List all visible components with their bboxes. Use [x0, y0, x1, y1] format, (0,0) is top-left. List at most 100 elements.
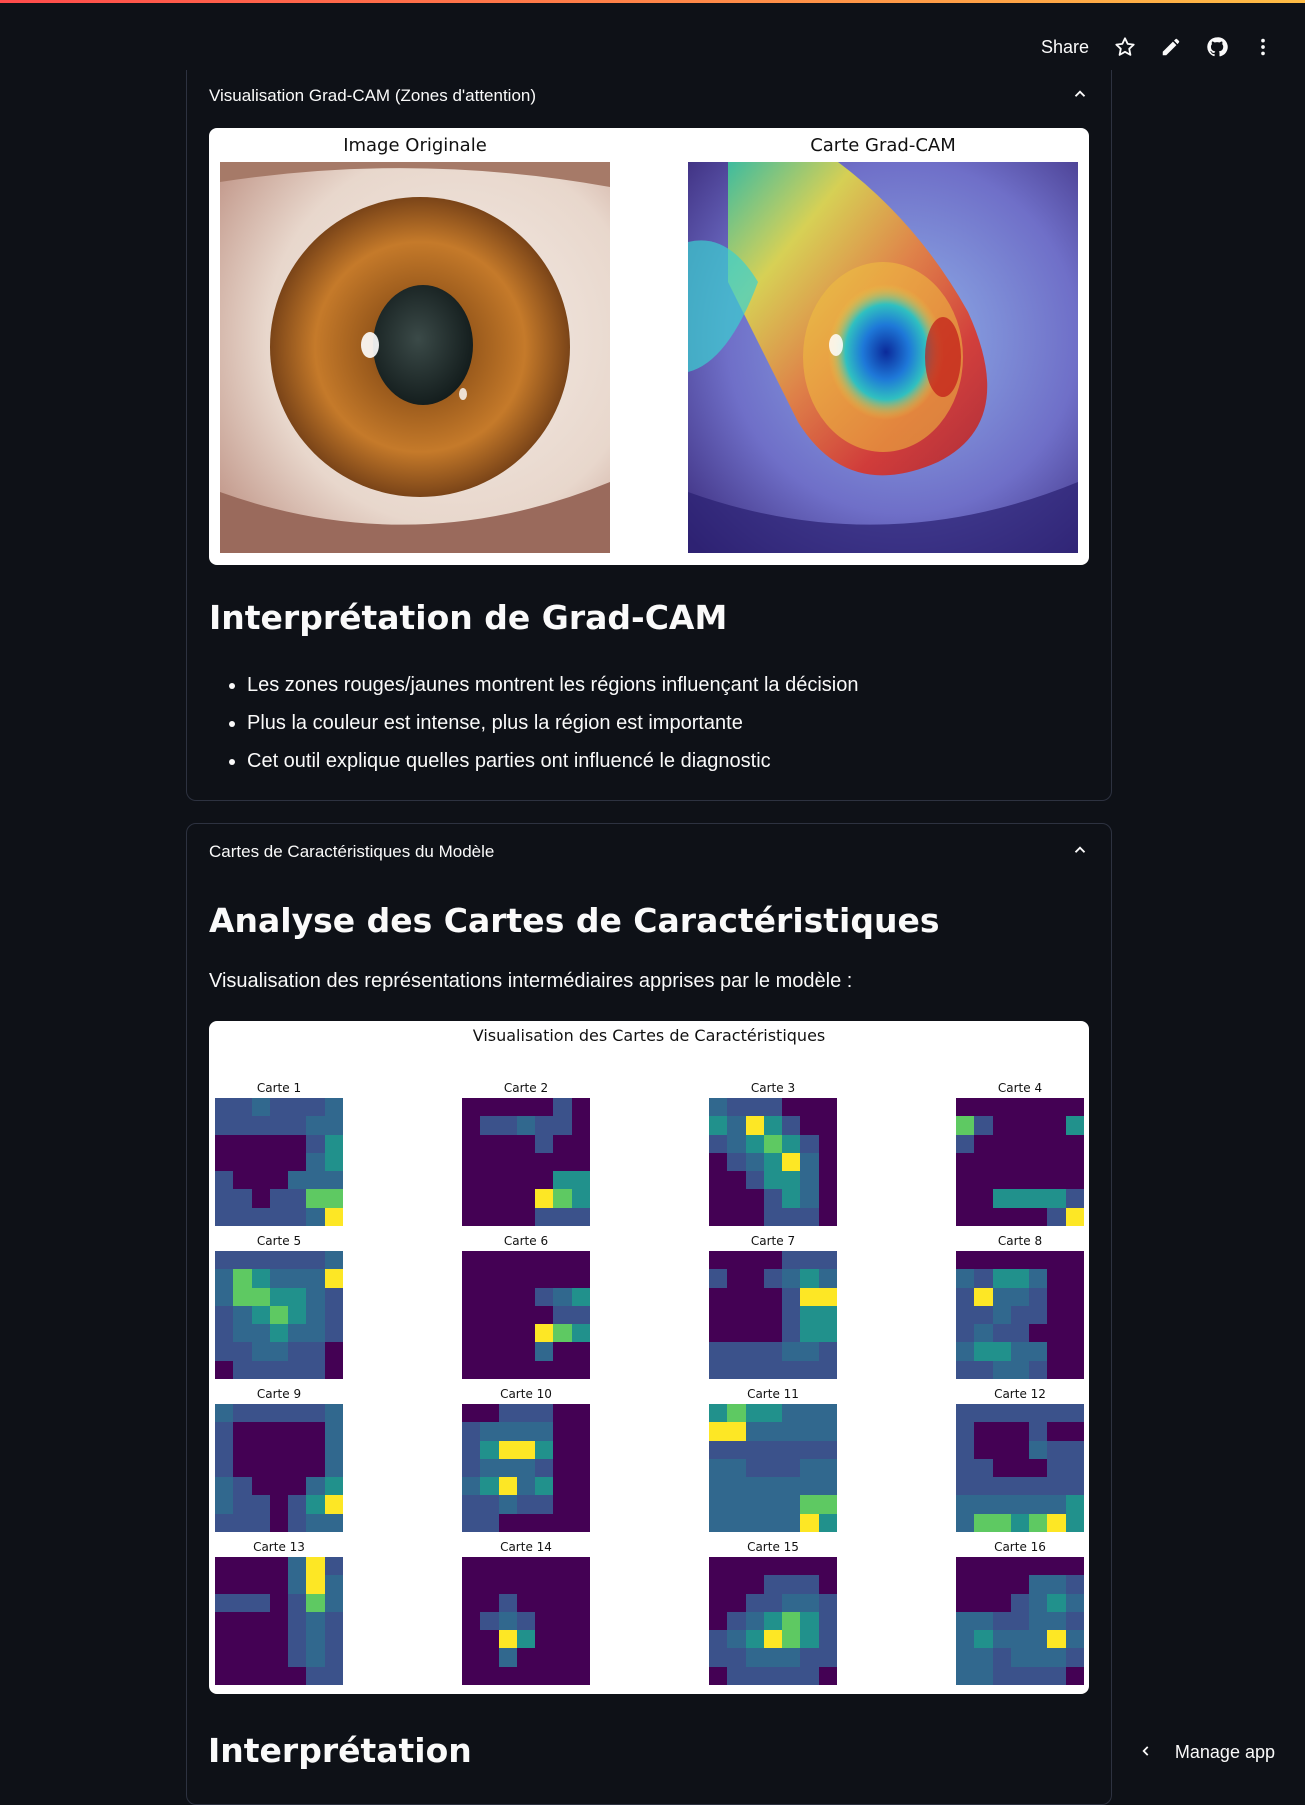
heatmap-cell	[974, 1324, 993, 1343]
heatmap-cell	[1047, 1152, 1066, 1172]
heatmap-cell	[269, 1495, 289, 1514]
heatmap-cell	[535, 1171, 554, 1190]
heatmap-cell	[251, 1404, 270, 1423]
share-button[interactable]: Share	[1041, 37, 1089, 58]
heatmap-cell	[800, 1593, 819, 1612]
heatmap-cell	[992, 1324, 1011, 1343]
chevron-up-icon[interactable]	[1071, 85, 1089, 108]
heatmap-cell	[763, 1269, 783, 1288]
heatmap-cell	[306, 1360, 325, 1379]
heatmap-cell	[1065, 1287, 1084, 1306]
heatmap-cell	[288, 1630, 307, 1649]
manage-app-button[interactable]: Manage app	[1139, 1742, 1275, 1763]
feature-map-heatmap	[462, 1098, 590, 1226]
github-icon[interactable]	[1203, 33, 1231, 61]
heatmap-cell	[800, 1116, 819, 1135]
heatmap-cell	[498, 1557, 517, 1576]
heatmap-cell	[480, 1495, 499, 1514]
heatmap-cell	[516, 1477, 536, 1496]
heatmap-cell	[269, 1305, 289, 1325]
heatmap-cell	[956, 1575, 975, 1594]
heatmap-cell	[535, 1287, 554, 1306]
heatmap-cell	[974, 1189, 993, 1208]
heatmap-cell	[818, 1648, 837, 1667]
heatmap-cell	[251, 1422, 270, 1441]
heatmap-cell	[324, 1360, 343, 1379]
heatmap-cell	[553, 1207, 572, 1226]
heatmap-cell	[1065, 1360, 1084, 1379]
heatmap-cell	[516, 1305, 536, 1325]
more-vertical-icon[interactable]	[1249, 33, 1277, 61]
heatmap-cell	[727, 1575, 746, 1594]
heatmap-cell	[233, 1152, 252, 1172]
heatmap-cell	[763, 1611, 783, 1631]
heatmap-cell	[233, 1593, 252, 1612]
heatmap-cell	[1029, 1404, 1048, 1423]
heatmap-cell	[498, 1593, 517, 1612]
heatmap-cell	[1010, 1557, 1030, 1576]
heatmap-cell	[480, 1251, 499, 1270]
heatmap-cell	[498, 1422, 517, 1441]
feature-map-label: Carte 6	[503, 1234, 549, 1248]
heatmap-cell	[956, 1495, 975, 1514]
heatmap-cell	[992, 1287, 1011, 1306]
gradcam-heatmap-image	[688, 162, 1078, 553]
heatmap-cell	[516, 1098, 536, 1117]
heatmap-cell	[516, 1611, 536, 1631]
heatmap-cell	[709, 1513, 728, 1532]
heatmap-cell	[324, 1440, 343, 1459]
heatmap-cell	[763, 1116, 783, 1135]
heatmap-cell	[1010, 1404, 1030, 1423]
heatmap-cell	[553, 1648, 572, 1667]
heatmap-cell	[1010, 1189, 1030, 1208]
heatmap-cell	[462, 1557, 481, 1576]
gradcam-expander-header[interactable]: Visualisation Grad-CAM (Zones d'attentio…	[209, 82, 1089, 110]
heatmap-cell	[1029, 1342, 1048, 1361]
heatmap-cell	[516, 1404, 536, 1423]
star-icon[interactable]	[1111, 33, 1139, 61]
heatmap-cell	[709, 1305, 728, 1325]
heatmap-cell	[956, 1152, 975, 1172]
feature-maps-expander-header[interactable]: Cartes de Caractéristiques du Modèle	[209, 838, 1089, 866]
heatmap-cell	[763, 1098, 783, 1117]
heatmap-cell	[709, 1495, 728, 1514]
heatmap-cell	[745, 1575, 764, 1594]
heatmap-cell	[1029, 1152, 1048, 1172]
heatmap-cell	[571, 1134, 590, 1153]
heatmap-cell	[974, 1513, 993, 1532]
heatmap-cell	[974, 1495, 993, 1514]
heatmap-cell	[571, 1513, 590, 1532]
feature-maps-figure: Visualisation des Cartes de Caractéristi…	[209, 1021, 1089, 1694]
heatmap-cell	[215, 1287, 234, 1306]
heatmap-cell	[1010, 1422, 1030, 1441]
chevron-up-icon[interactable]	[1071, 841, 1089, 864]
heatmap-cell	[956, 1477, 975, 1496]
heatmap-cell	[1029, 1251, 1048, 1270]
heatmap-cell	[1047, 1495, 1066, 1514]
heatmap-cell	[763, 1404, 783, 1423]
heatmap-cell	[251, 1324, 270, 1343]
heatmap-cell	[818, 1360, 837, 1379]
heatmap-cell	[1029, 1630, 1048, 1649]
heatmap-cell	[498, 1575, 517, 1594]
gradcam-expander: Visualisation Grad-CAM (Zones d'attentio…	[186, 70, 1112, 801]
heatmap-cell	[1010, 1098, 1030, 1117]
feature-map-label: Carte 4	[997, 1081, 1043, 1095]
heatmap-cell	[288, 1575, 307, 1594]
heatmap-cell	[1010, 1207, 1030, 1226]
heatmap-cell	[818, 1422, 837, 1441]
pencil-icon[interactable]	[1157, 33, 1185, 61]
heatmap-cell	[974, 1611, 993, 1631]
heatmap-cell	[288, 1324, 307, 1343]
heatmap-cell	[1029, 1189, 1048, 1208]
heatmap-cell	[818, 1593, 837, 1612]
feature-map-label: Carte 7	[750, 1234, 796, 1248]
heatmap-cell	[763, 1152, 783, 1172]
heatmap-cell	[324, 1116, 343, 1135]
heatmap-cell	[306, 1251, 325, 1270]
heatmap-cell	[462, 1116, 481, 1135]
heatmap-cell	[215, 1557, 234, 1576]
heatmap-cell	[1065, 1116, 1084, 1135]
heatmap-cell	[992, 1630, 1011, 1649]
heatmap-cell	[269, 1342, 289, 1361]
